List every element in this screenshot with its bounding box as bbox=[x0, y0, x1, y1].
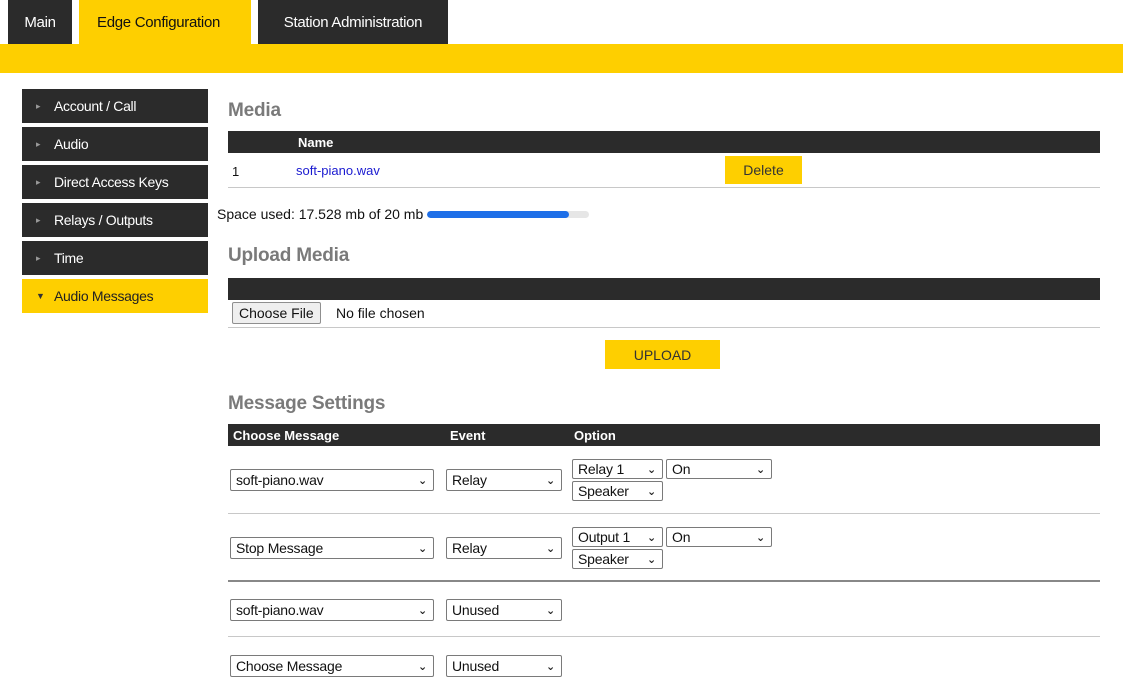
sidebar-item-label: Time bbox=[54, 250, 84, 266]
sidebar-item-time[interactable]: ▸ Time bbox=[22, 241, 208, 275]
chevron-right-icon: ▸ bbox=[36, 138, 41, 149]
sidebar-item-label: Audio bbox=[54, 136, 89, 152]
sidebar-item-account-call[interactable]: ▸ Account / Call bbox=[22, 89, 208, 123]
upload-button[interactable]: UPLOAD bbox=[605, 340, 720, 369]
sidebar: ▸ Account / Call ▸ Audio ▸ Direct Access… bbox=[22, 89, 208, 317]
col-name: Name bbox=[298, 134, 334, 150]
header-accent-bar bbox=[0, 44, 1123, 73]
chevron-down-icon: ▼ bbox=[36, 291, 45, 301]
tab-station-administration[interactable]: Station Administration bbox=[258, 0, 448, 44]
tab-main[interactable]: Main bbox=[8, 0, 72, 44]
chevron-down-icon: ⌄ bbox=[545, 474, 555, 487]
option-select-output[interactable]: Speaker ⌄ bbox=[572, 549, 663, 569]
message-settings-heading: Message Settings bbox=[228, 393, 386, 414]
settings-table-header: Choose Message Event Option bbox=[228, 424, 1100, 446]
media-heading: Media bbox=[228, 100, 281, 121]
chevron-down-icon: ⌄ bbox=[545, 542, 555, 555]
space-progress-fill bbox=[427, 210, 570, 218]
divider bbox=[228, 580, 1100, 582]
sidebar-item-direct-access-keys[interactable]: ▸ Direct Access Keys bbox=[22, 165, 208, 199]
event-select[interactable]: Relay ⌄ bbox=[446, 537, 562, 559]
upload-table-header bbox=[228, 278, 1100, 300]
chevron-right-icon: ▸ bbox=[36, 214, 41, 225]
sidebar-item-label: Relays / Outputs bbox=[54, 212, 153, 228]
sidebar-item-label: Direct Access Keys bbox=[54, 174, 169, 190]
top-nav: Main Edge Configuration Station Administ… bbox=[8, 0, 455, 44]
col-choose-message: Choose Message bbox=[233, 427, 340, 443]
chevron-right-icon: ▸ bbox=[36, 100, 41, 111]
option-select-state[interactable]: On ⌄ bbox=[666, 459, 772, 479]
option-select-state[interactable]: On ⌄ bbox=[666, 527, 772, 547]
chevron-down-icon: ⌄ bbox=[755, 463, 765, 476]
chevron-down-icon: ⌄ bbox=[417, 604, 427, 617]
media-file-link[interactable]: soft-piano.wav bbox=[296, 163, 380, 178]
chevron-right-icon: ▸ bbox=[36, 176, 41, 187]
chevron-down-icon: ⌄ bbox=[545, 660, 555, 673]
chevron-down-icon: ⌄ bbox=[646, 531, 656, 544]
option-select-relay[interactable]: Output 1 ⌄ bbox=[572, 527, 663, 547]
option-select-output[interactable]: Speaker ⌄ bbox=[572, 481, 663, 501]
file-status-text: No file chosen bbox=[336, 305, 425, 321]
chevron-down-icon: ⌄ bbox=[755, 531, 765, 544]
event-select[interactable]: Unused ⌄ bbox=[446, 599, 562, 621]
message-select[interactable]: soft-piano.wav ⌄ bbox=[230, 599, 434, 621]
col-option: Option bbox=[574, 427, 616, 443]
sidebar-item-label: Account / Call bbox=[54, 98, 137, 114]
event-select[interactable]: Unused ⌄ bbox=[446, 655, 562, 677]
space-used: Space used: 17.528 mb of 20 mb bbox=[217, 206, 590, 222]
tab-edge-configuration[interactable]: Edge Configuration bbox=[79, 0, 251, 44]
sidebar-item-audio-messages[interactable]: ▼ Audio Messages bbox=[22, 279, 208, 313]
chevron-down-icon: ⌄ bbox=[646, 463, 656, 476]
divider bbox=[228, 187, 1100, 188]
chevron-down-icon: ⌄ bbox=[417, 474, 427, 487]
sidebar-item-label: Audio Messages bbox=[54, 288, 154, 304]
chevron-right-icon: ▸ bbox=[36, 252, 41, 263]
chevron-down-icon: ⌄ bbox=[646, 485, 656, 498]
space-progress-bar bbox=[427, 210, 590, 218]
chevron-down-icon: ⌄ bbox=[417, 542, 427, 555]
delete-button[interactable]: Delete bbox=[725, 156, 802, 184]
divider bbox=[228, 636, 1100, 637]
media-table-header: Name bbox=[228, 131, 1100, 153]
divider bbox=[228, 327, 1100, 328]
choose-file-button[interactable]: Choose File bbox=[232, 302, 321, 324]
chevron-down-icon: ⌄ bbox=[545, 604, 555, 617]
sidebar-item-audio[interactable]: ▸ Audio bbox=[22, 127, 208, 161]
message-select[interactable]: Choose Message ⌄ bbox=[230, 655, 434, 677]
chevron-down-icon: ⌄ bbox=[417, 660, 427, 673]
chevron-down-icon: ⌄ bbox=[646, 553, 656, 566]
sidebar-item-relays-outputs[interactable]: ▸ Relays / Outputs bbox=[22, 203, 208, 237]
event-select[interactable]: Relay ⌄ bbox=[446, 469, 562, 491]
col-event: Event bbox=[450, 427, 486, 443]
option-select-relay[interactable]: Relay 1 ⌄ bbox=[572, 459, 663, 479]
media-row-number: 1 bbox=[232, 164, 240, 179]
space-used-text: Space used: 17.528 mb of 20 mb bbox=[217, 206, 424, 222]
message-select[interactable]: Stop Message ⌄ bbox=[230, 537, 434, 559]
divider bbox=[228, 513, 1100, 514]
upload-media-heading: Upload Media bbox=[228, 245, 350, 266]
message-select[interactable]: soft-piano.wav ⌄ bbox=[230, 469, 434, 491]
